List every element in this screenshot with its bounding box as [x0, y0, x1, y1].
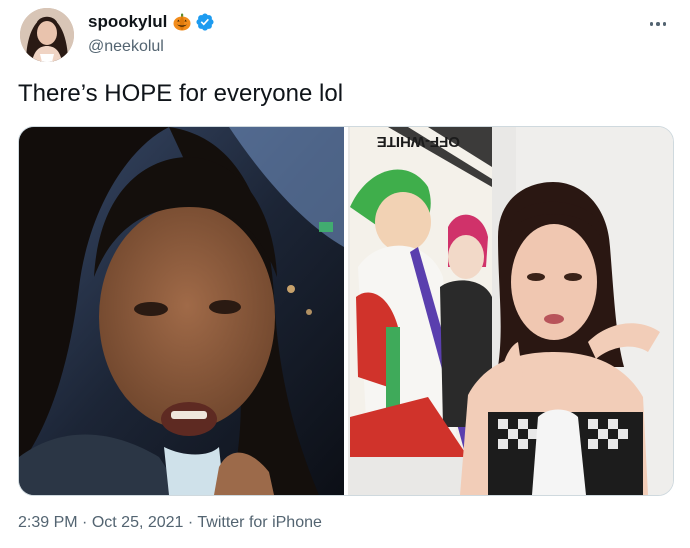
tweet-source[interactable]: Twitter for iPhone — [197, 514, 322, 531]
separator: · — [187, 514, 194, 531]
poster-text: OFF-WHITE — [377, 133, 460, 150]
verified-badge-icon — [195, 12, 215, 32]
tweet-header: spookylul @neekolul — [18, 8, 672, 64]
tweet-text: There’s HOPE for everyone lol — [18, 80, 344, 107]
photo-2[interactable]: OFF-WHITE — [348, 127, 673, 495]
tweet-metadata: 2:39 PM · Oct 25, 2021 · Twitter for iPh… — [18, 514, 322, 532]
tweet-time[interactable]: 2:39 PM — [18, 514, 78, 531]
avatar[interactable] — [20, 8, 74, 62]
separator: · — [82, 514, 88, 531]
tweet-date[interactable]: Oct 25, 2021 — [92, 514, 184, 531]
photo-1[interactable] — [19, 127, 344, 495]
pumpkin-icon — [172, 12, 192, 32]
display-name[interactable]: spookylul — [88, 12, 167, 32]
more-options-icon[interactable] — [644, 14, 672, 34]
media-grid: OFF-WHITE — [18, 126, 674, 496]
user-handle[interactable]: @neekolul — [88, 38, 215, 56]
